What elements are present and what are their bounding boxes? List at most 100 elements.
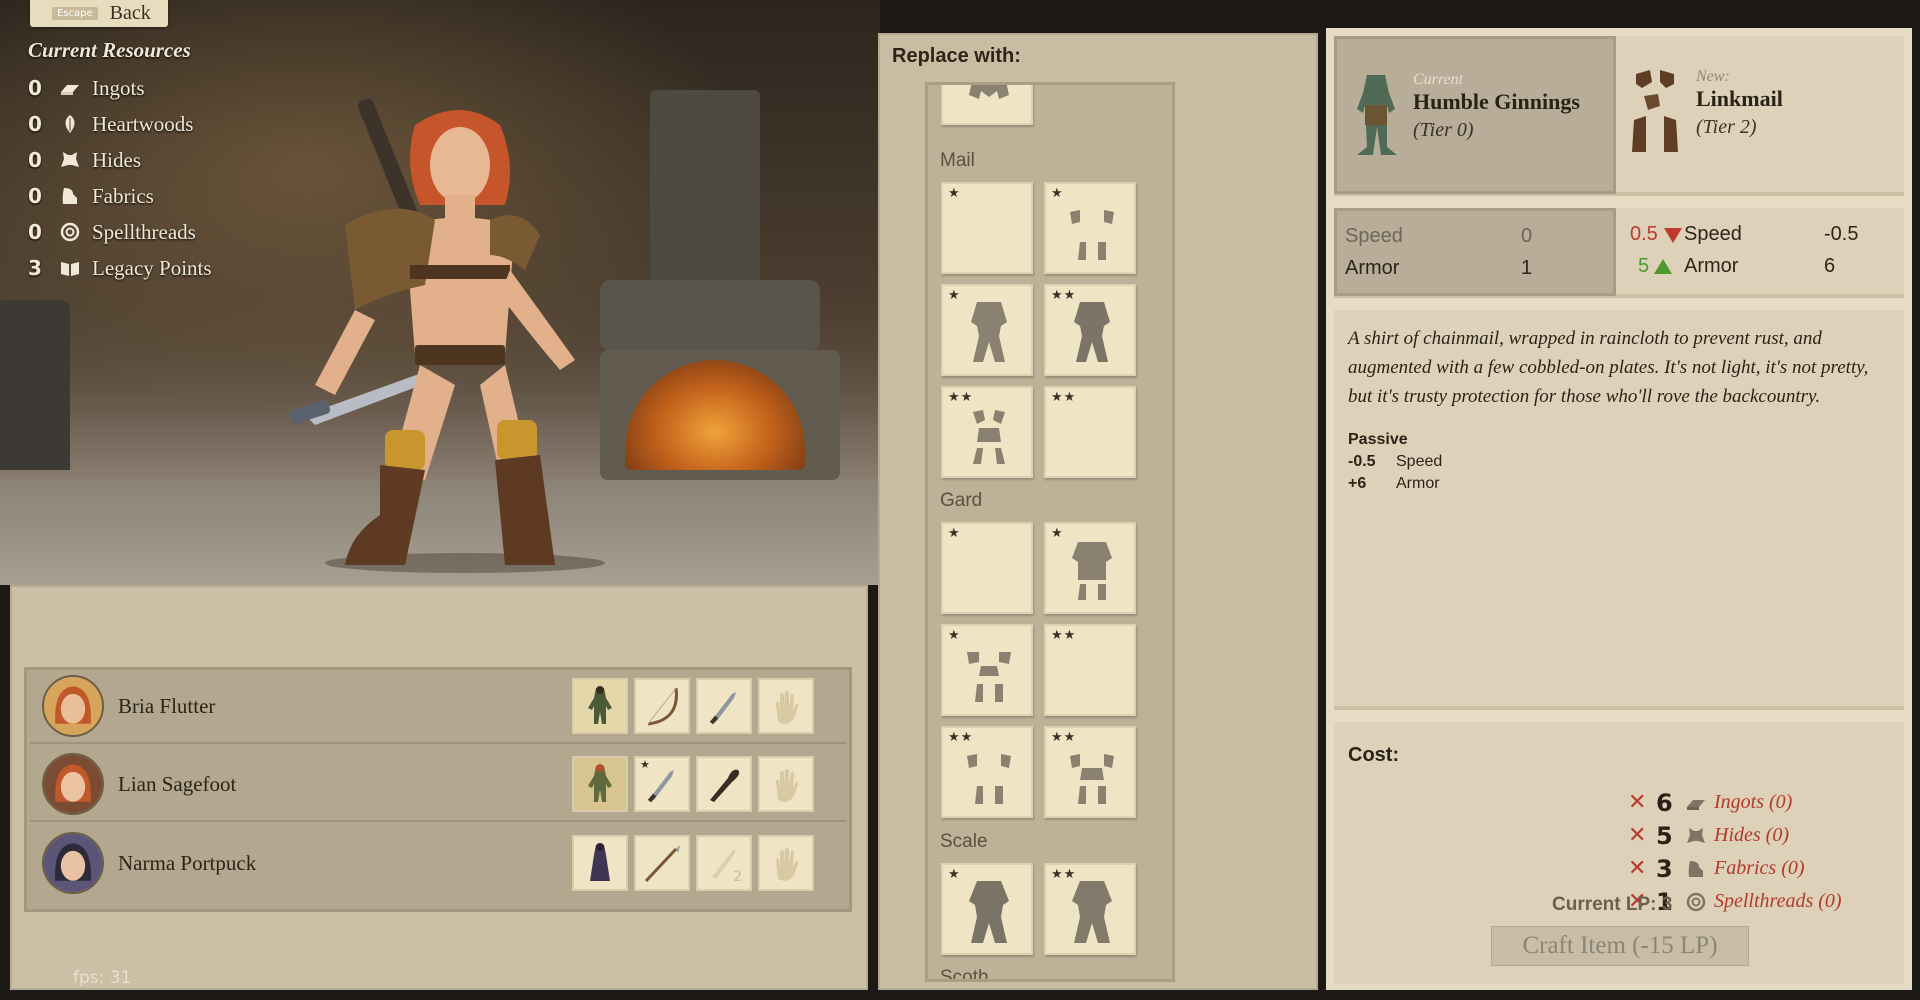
party-member-row[interactable]: Narma Portpuck 2: [30, 826, 846, 900]
party-panel: Bria Flutter Lian Sagefoot ★ Narma Portp…: [10, 585, 868, 990]
spear-icon: [644, 845, 680, 883]
scene-background: Escape Back Current Resources 0 Ingots 0…: [0, 0, 880, 585]
fps-counter: fps: 31: [73, 968, 132, 988]
cost-label: Hides (0): [1714, 824, 1789, 846]
offhand-slot[interactable]: [696, 678, 752, 734]
passive-title: Passive: [1348, 431, 1408, 448]
current-item: Current Humble Ginnings (Tier 0): [1334, 36, 1616, 194]
item-card[interactable]: ★★: [1044, 624, 1136, 716]
ingot-icon: [1682, 791, 1710, 815]
crafting-screen: Escape Back Current Resources 0 Ingots 0…: [0, 0, 1920, 1000]
weapon-slot[interactable]: [634, 678, 690, 734]
stat-label: Armor: [1684, 255, 1739, 277]
item-card[interactable]: ★★: [1044, 863, 1136, 955]
resource-spellthreads: 0 Spellthreads: [28, 214, 212, 250]
spellthread-icon: [56, 222, 84, 242]
item-card[interactable]: ★★: [941, 386, 1033, 478]
new-armor-figure-icon: [1632, 70, 1678, 152]
item-card[interactable]: ★: [941, 182, 1033, 274]
weapon-slot[interactable]: [634, 835, 690, 891]
armor-slot[interactable]: [572, 835, 628, 891]
cost-label: Ingots (0): [1714, 791, 1793, 813]
missing-x-icon: ✕: [1628, 856, 1647, 881]
cost-row: ✕ 6 Ingots (0): [1628, 786, 1792, 819]
current-item-tier: (Tier 0): [1413, 119, 1474, 141]
category-scoth: Scoth: [940, 967, 989, 982]
offhand-slot[interactable]: 2: [696, 835, 752, 891]
resource-fabrics: 0 Fabrics: [28, 178, 212, 214]
member-name: Bria Flutter: [118, 693, 216, 718]
resource-label: Hides: [92, 147, 141, 172]
passive-label: Speed: [1396, 453, 1443, 470]
stat-label: Speed: [1345, 225, 1403, 247]
resource-count: 0: [28, 112, 42, 136]
passive-row: +6 Armor: [1348, 475, 1892, 493]
item-card[interactable]: ★: [941, 522, 1033, 614]
stat-value: -0.5: [1824, 223, 1859, 245]
member-name: Lian Sagefoot: [118, 771, 237, 796]
member-name: Narma Portpuck: [118, 850, 257, 875]
fabric-icon: [56, 186, 84, 206]
stat-label: Speed: [1684, 223, 1742, 245]
hand-icon: [776, 691, 799, 724]
armor-figure-icon: [588, 764, 612, 802]
cost-row: ✕ 5 Hides (0): [1628, 819, 1789, 852]
spellthread-icon: [1682, 890, 1710, 914]
party-member-row[interactable]: Bria Flutter: [30, 670, 846, 744]
party-list: Bria Flutter Lian Sagefoot ★ Narma Portp…: [24, 667, 852, 912]
armor-silhouette-icon: [1070, 754, 1114, 804]
item-card[interactable]: ★★: [1044, 726, 1136, 818]
armor-slot[interactable]: [572, 756, 628, 812]
item-card[interactable]: ★: [1044, 522, 1136, 614]
category-scale: Scale: [940, 831, 988, 852]
robe-figure-icon: [590, 843, 610, 881]
resource-label: Legacy Points: [92, 255, 212, 280]
item-card[interactable]: [941, 85, 1033, 125]
hand-icon: [776, 769, 799, 802]
current-label-group: Current Humble Ginnings (Tier 0): [1413, 71, 1580, 142]
resource-label: Spellthreads: [92, 219, 196, 244]
empty-hand-slot[interactable]: [758, 678, 814, 734]
item-details-panel: Current Humble Ginnings (Tier 0) New: Li…: [1326, 28, 1912, 990]
stat-delta: 5: [1638, 255, 1650, 277]
item-card[interactable]: ★: [941, 624, 1033, 716]
replace-panel: Replace with: Mail ★ ★ ★ ★★ ★★ ★★ Gard ★…: [878, 33, 1318, 990]
armor-silhouette-icon: [969, 85, 1009, 99]
item-card[interactable]: ★: [941, 284, 1033, 376]
armor-figure-icon: [588, 686, 612, 724]
craft-item-button[interactable]: Craft Item (-15 LP): [1491, 926, 1749, 966]
empty-hand-slot[interactable]: [758, 756, 814, 812]
missing-x-icon: ✕: [1628, 823, 1647, 848]
armor-silhouette-icon: [967, 652, 1011, 702]
portrait-avatar: [42, 675, 104, 737]
offhand-slot[interactable]: [696, 756, 752, 812]
party-member-row[interactable]: Lian Sagefoot ★: [30, 748, 846, 822]
empty-hand-slot[interactable]: [758, 835, 814, 891]
current-item-name: Humble Ginnings: [1413, 89, 1580, 114]
category-mail: Mail: [940, 150, 975, 171]
resource-ingots: 0 Ingots: [28, 70, 212, 106]
replacement-list[interactable]: Mail ★ ★ ★ ★★ ★★ ★★ Gard ★ ★ ★ ★★ ★★ ★★ …: [925, 82, 1175, 982]
armor-slot[interactable]: [572, 678, 628, 734]
cost-label: Fabrics (0): [1714, 857, 1805, 879]
weapon-slot[interactable]: ★: [634, 756, 690, 812]
resource-count: 0: [28, 76, 42, 100]
cost-quantity: 6: [1656, 788, 1673, 817]
current-armor-figure-icon: [1357, 75, 1397, 155]
item-card[interactable]: ★★: [1044, 284, 1136, 376]
resources-title: Current Resources: [28, 38, 191, 62]
armor-silhouette-icon: [973, 410, 1005, 464]
item-card[interactable]: ★★: [1044, 386, 1136, 478]
item-card[interactable]: ★: [941, 863, 1033, 955]
back-button[interactable]: Escape Back: [30, 0, 168, 27]
resource-heartwoods: 0 Heartwoods: [28, 106, 212, 142]
rarity-stars: ★: [948, 186, 961, 201]
item-comparison: Current Humble Ginnings (Tier 0) New: Li…: [1334, 36, 1904, 196]
cost-section: Cost: ✕ 6 Ingots (0) ✕ 5 Hides (0) ✕ 3 F…: [1334, 722, 1904, 984]
resource-count: 0: [28, 184, 42, 208]
item-card[interactable]: ★★: [941, 726, 1033, 818]
item-card[interactable]: ★: [1044, 182, 1136, 274]
passive-label: Armor: [1396, 475, 1440, 492]
new-item-name: Linkmail: [1696, 86, 1783, 111]
club-icon: [710, 769, 740, 802]
